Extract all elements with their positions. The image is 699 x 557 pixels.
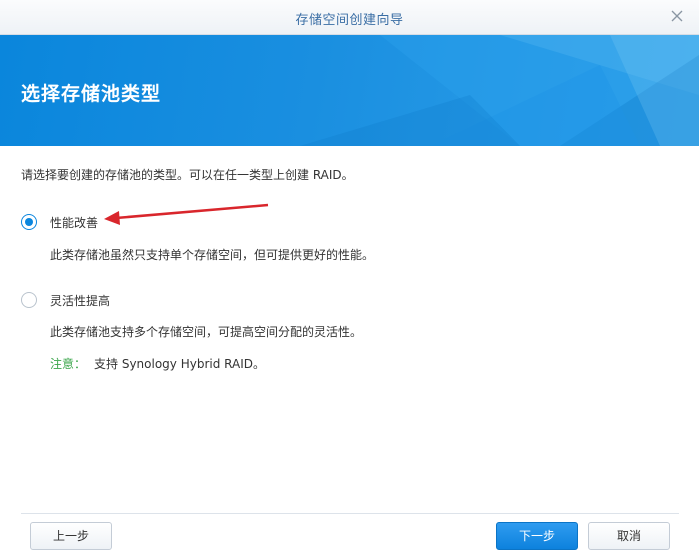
option-flexibility-label: 灵活性提高 xyxy=(50,293,111,308)
note-text: 支持 Synology Hybrid RAID。 xyxy=(94,357,265,371)
window-title: 存储空间创建向导 xyxy=(295,13,404,28)
next-button[interactable]: 下一步 xyxy=(496,522,578,550)
banner-title: 选择存储池类型 xyxy=(21,83,162,105)
intro-text: 请选择要创建的存储池的类型。可以在任一类型上创建 RAID。 xyxy=(21,168,354,182)
radio-performance[interactable] xyxy=(21,214,37,230)
option-performance[interactable]: 性能改善 xyxy=(21,212,98,232)
title-bar: 存储空间创建向导 xyxy=(0,0,699,35)
option-performance-label: 性能改善 xyxy=(50,215,99,230)
note-label: 注意： xyxy=(50,357,87,371)
option-performance-description: 此类存储池虽然只支持单个存储空间，但可提供更好的性能。 xyxy=(50,248,375,262)
cancel-button[interactable]: 取消 xyxy=(588,522,670,550)
wizard-window: 存储空间创建向导 选择存储池类型 请选择要创建的存储池的类型。可以在任一类型上创… xyxy=(0,0,699,557)
wizard-banner: 选择存储池类型 xyxy=(0,35,699,146)
radio-flexibility[interactable] xyxy=(21,292,37,308)
footer-divider xyxy=(21,513,679,514)
note: 注意： 支持 Synology Hybrid RAID。 xyxy=(50,355,265,372)
option-flexibility-description: 此类存储池支持多个存储空间，可提高空间分配的灵活性。 xyxy=(50,325,363,339)
close-button[interactable] xyxy=(669,8,685,24)
option-flexibility[interactable]: 灵活性提高 xyxy=(21,290,110,310)
prev-button[interactable]: 上一步 xyxy=(30,522,112,550)
close-icon xyxy=(671,10,683,22)
